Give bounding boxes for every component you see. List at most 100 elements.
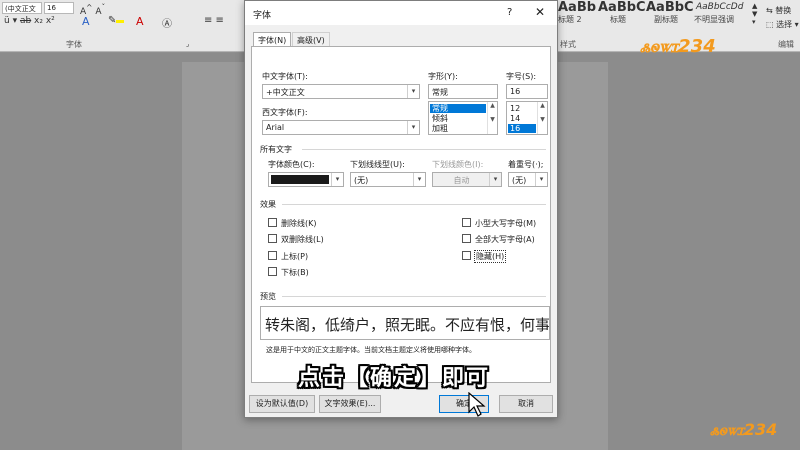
chinese-font-combo[interactable]: +中文正文 ▾: [262, 84, 420, 99]
watermark-logo: ꮬꮻꮤꮖ234: [640, 36, 716, 57]
double-strikethrough-label[interactable]: 双删除线(L): [281, 234, 324, 245]
scrollbar[interactable]: ▲ ▼: [537, 102, 547, 134]
all-caps-checkbox[interactable]: [462, 234, 471, 243]
format-icons[interactable]: ü ▾ ab x₂ x²: [4, 16, 55, 26]
effects-section: 效果: [260, 200, 276, 209]
emphasis-combo[interactable]: (无) ▾: [508, 172, 548, 187]
font-style-list[interactable]: 常规 倾斜 加粗 ▲ ▼: [428, 101, 498, 135]
close-button[interactable]: ✕: [535, 5, 545, 19]
western-font-combo[interactable]: Arial ▾: [262, 120, 420, 135]
replace-icon: ⇆: [766, 6, 773, 15]
preview-box: 转朱阁，低绮户，照无眠。不应有恨，何事长: [260, 306, 550, 340]
text-effects-button[interactable]: 文字效果(E)...: [319, 395, 381, 413]
style-sample[interactable]: AaBbC: [646, 0, 694, 15]
list-item[interactable]: 12: [508, 104, 536, 113]
font-style-input[interactable]: 常规: [428, 84, 498, 99]
chinese-font-label: 中文字体(T):: [262, 72, 308, 81]
style-sample[interactable]: AaBb: [558, 0, 596, 15]
select-button[interactable]: ⬚ 选择 ▾: [766, 19, 799, 30]
underline-style-label: 下划线线型(U):: [350, 160, 405, 169]
underline-color-value: 自动: [453, 176, 470, 185]
gallery-scroll-icon[interactable]: ▲ ▼ ▾: [752, 2, 757, 26]
western-font-label: 西文字体(F):: [262, 108, 308, 117]
cancel-button[interactable]: 取消: [499, 395, 553, 413]
tutorial-caption: 点击【确定】即可: [298, 366, 491, 391]
char-border-icon[interactable]: Ⓐ: [162, 15, 172, 30]
font-tab-pane: 中文字体(T): +中文正文 ▾ 西文字体(F): Arial ▾ 字形(Y):…: [251, 46, 551, 383]
western-font-value: Arial: [266, 123, 285, 132]
list-item[interactable]: 倾斜: [430, 114, 486, 123]
list-item[interactable]: 加粗: [430, 124, 486, 133]
font-color-icon[interactable]: A: [136, 15, 144, 28]
font-color-label: 字体颜色(C):: [268, 160, 315, 169]
font-size-list[interactable]: 12 14 16 ▲ ▼: [506, 101, 548, 135]
tab-advanced[interactable]: 高级(V): [292, 32, 330, 46]
help-button[interactable]: ?: [507, 7, 512, 18]
style-name: 标题: [610, 15, 626, 24]
font-size-box[interactable]: 16: [44, 2, 74, 14]
chevron-down-icon[interactable]: ▾: [413, 173, 425, 186]
divider: [302, 149, 546, 150]
underline-style-combo[interactable]: (无) ▾: [350, 172, 426, 187]
emphasis-value: (无): [512, 176, 527, 185]
watermark-text: ꮬꮻꮤꮖ234: [640, 36, 716, 57]
chevron-down-icon: ▾: [489, 173, 501, 186]
chinese-font-value: +中文正文: [266, 88, 305, 97]
small-caps-label[interactable]: 小型大写字母(M): [475, 218, 536, 229]
subscript-checkbox[interactable]: [268, 267, 277, 276]
strikethrough-label[interactable]: 删除线(K): [281, 218, 317, 229]
double-strikethrough-checkbox[interactable]: [268, 234, 277, 243]
small-caps-checkbox[interactable]: [462, 218, 471, 227]
set-default-button[interactable]: 设为默认值(D): [249, 395, 315, 413]
watermark-text: ꮬꮻꮤꮖ234: [710, 420, 778, 439]
underline-color-label: 下划线颜色(I):: [432, 160, 484, 169]
edit-group-label: 编辑: [778, 40, 794, 49]
style-name: 副标题: [654, 15, 678, 24]
select-icon: ⬚: [766, 20, 774, 29]
replace-label: 替换: [775, 6, 792, 15]
underline-style-value: (无): [354, 176, 369, 185]
superscript-label[interactable]: 上标(P): [281, 251, 308, 262]
font-size-input[interactable]: 16: [506, 84, 548, 99]
list-item[interactable]: 常规: [430, 104, 486, 113]
preview-note: 这是用于中文的正文主题字体。当前文档主题定义将使用哪种字体。: [266, 346, 476, 354]
select-label: 选择: [776, 20, 793, 29]
font-style-label: 字形(Y):: [428, 72, 458, 81]
watermark-logo-bottom: ꮬꮻꮤꮖ234: [710, 420, 777, 440]
mouse-cursor-icon: [468, 392, 486, 417]
font-group-label: 字体: [66, 40, 82, 49]
subscript-label[interactable]: 下标(B): [281, 267, 309, 278]
style-sample[interactable]: AaBbC: [598, 0, 646, 15]
all-caps-label[interactable]: 全部大写字母(A): [475, 234, 535, 245]
highlight-icon[interactable]: ✎: [108, 15, 125, 26]
dialog-title: 字体: [253, 11, 272, 21]
scrollbar[interactable]: ▲ ▼: [487, 102, 497, 134]
preview-text: 转朱阁，低绮户，照无眠。不应有恨，何事长: [265, 316, 550, 334]
all-text-section: 所有文字: [260, 145, 292, 154]
styles-group-label: 样式: [560, 40, 576, 49]
font-name-box[interactable]: (中文正文: [2, 2, 42, 14]
chevron-down-icon[interactable]: ▾: [407, 121, 419, 134]
tab-font[interactable]: 字体(N): [253, 32, 292, 47]
align-icons[interactable]: ≡ ≡: [204, 15, 224, 26]
superscript-checkbox[interactable]: [268, 251, 277, 260]
style-name: 不明显强调: [694, 15, 734, 24]
list-item[interactable]: 14: [508, 114, 536, 123]
strikethrough-checkbox[interactable]: [268, 218, 277, 227]
hidden-checkbox[interactable]: [462, 251, 471, 260]
chevron-down-icon[interactable]: ▾: [331, 173, 343, 186]
emphasis-label: 着重号(·);: [508, 160, 544, 169]
chevron-down-icon[interactable]: ▾: [535, 173, 547, 186]
hidden-label[interactable]: 隐藏(H): [474, 250, 507, 263]
font-dialog-launcher-icon[interactable]: ⌟: [186, 40, 189, 48]
dialog-titlebar[interactable]: 字体 ? ✕: [245, 1, 557, 25]
replace-button[interactable]: ⇆ 替换: [766, 5, 791, 16]
text-effects-icon[interactable]: A: [82, 15, 90, 28]
color-swatch: [271, 175, 329, 184]
style-name: 标题 2: [558, 15, 582, 24]
list-item[interactable]: 16: [508, 124, 536, 133]
chevron-down-icon[interactable]: ▾: [407, 85, 419, 98]
font-color-picker[interactable]: ▾: [268, 172, 344, 187]
style-sample[interactable]: AaBbCcDd: [696, 2, 743, 12]
divider: [282, 204, 546, 205]
